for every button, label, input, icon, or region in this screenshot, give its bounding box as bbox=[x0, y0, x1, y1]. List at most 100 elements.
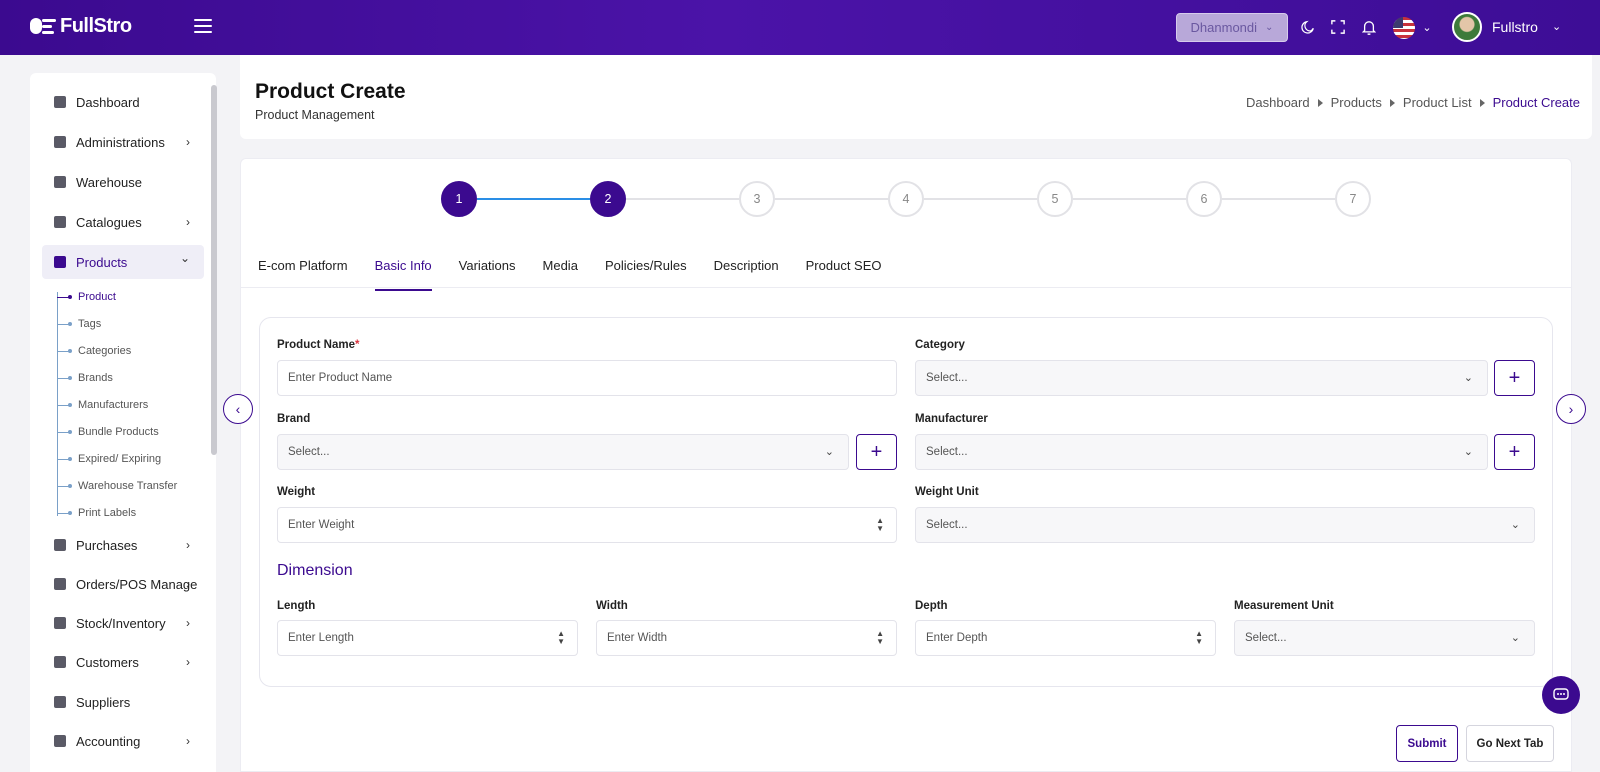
sidebar-subitem-brands[interactable]: Brands bbox=[57, 368, 113, 388]
tab-basic-info[interactable]: Basic Info bbox=[374, 252, 432, 291]
depth-label: Depth bbox=[915, 600, 948, 612]
caret-right-icon bbox=[1479, 98, 1485, 107]
sidebar-item-label: Purchases bbox=[76, 537, 138, 553]
sidebar-item-accounting[interactable]: Accounting › bbox=[42, 724, 204, 758]
step-connector bbox=[924, 198, 1037, 200]
fullscreen-icon[interactable] bbox=[1328, 17, 1348, 37]
number-stepper-icon[interactable]: ▲ ▼ bbox=[876, 517, 884, 533]
sidebar-item-label: Suppliers bbox=[76, 694, 131, 710]
breadcrumb-product-list[interactable]: Product List bbox=[1403, 95, 1472, 110]
measurement-unit-value: Select... bbox=[1245, 632, 1287, 644]
submit-button[interactable]: Submit bbox=[1396, 725, 1458, 762]
language-chevron-icon[interactable]: ⌄ bbox=[1417, 17, 1437, 37]
step-4[interactable]: 4 bbox=[888, 181, 924, 217]
step-3[interactable]: 3 bbox=[739, 181, 775, 217]
sidebar-subitem-bundle-products[interactable]: Bundle Products bbox=[57, 422, 159, 442]
chat-icon[interactable] bbox=[1542, 676, 1580, 714]
sidebar-item-catalogues[interactable]: Catalogues › bbox=[42, 205, 204, 239]
add-brand-button[interactable]: + bbox=[856, 434, 897, 470]
sidebar-item-label: Customers bbox=[76, 654, 139, 670]
sidebar-subitem-manufacturers[interactable]: Manufacturers bbox=[57, 395, 148, 415]
step-7[interactable]: 7 bbox=[1335, 181, 1371, 217]
step-2[interactable]: 2 bbox=[590, 181, 626, 217]
weight-input[interactable]: Enter Weight ▲ ▼ bbox=[277, 507, 897, 543]
add-manufacturer-button[interactable]: + bbox=[1494, 434, 1535, 470]
sidebar-item-stock[interactable]: Stock/Inventory › bbox=[42, 606, 204, 640]
manufacturer-select[interactable]: Select... ⌄ bbox=[915, 434, 1488, 470]
users-icon bbox=[54, 656, 66, 668]
sidebar-subitem-tags[interactable]: Tags bbox=[57, 314, 101, 334]
add-category-button[interactable]: + bbox=[1494, 360, 1535, 396]
category-select[interactable]: Select... ⌄ bbox=[915, 360, 1488, 396]
sidebar-item-suppliers[interactable]: Suppliers bbox=[42, 685, 204, 719]
branch-select[interactable]: Dhanmondi ⌄ bbox=[1176, 13, 1288, 42]
chevron-down-icon: ⌄ bbox=[1463, 372, 1473, 384]
tab-media[interactable]: Media bbox=[543, 252, 578, 290]
tab-product-seo[interactable]: Product SEO bbox=[806, 252, 882, 290]
number-stepper-icon[interactable]: ▲ ▼ bbox=[876, 630, 884, 646]
tab-description[interactable]: Description bbox=[714, 252, 779, 290]
user-menu[interactable]: Fullstro bbox=[1452, 12, 1538, 42]
bell-icon[interactable] bbox=[1359, 17, 1379, 37]
sidebar-subitem-categories[interactable]: Categories bbox=[57, 341, 131, 361]
sidebar-subitem-expired[interactable]: Expired/ Expiring bbox=[57, 449, 161, 469]
number-stepper-icon[interactable]: ▲ ▼ bbox=[1195, 630, 1203, 646]
step-connector bbox=[1222, 198, 1335, 200]
step-1[interactable]: 1 bbox=[441, 181, 477, 217]
tab-variations[interactable]: Variations bbox=[459, 252, 516, 290]
branch-label: Dhanmondi bbox=[1190, 20, 1258, 35]
prev-tab-arrow-icon[interactable]: ‹ bbox=[223, 394, 253, 424]
weight-placeholder: Enter Weight bbox=[288, 519, 355, 531]
calculator-icon bbox=[54, 735, 66, 747]
step-5[interactable]: 5 bbox=[1037, 181, 1073, 217]
sidebar-subitem-warehouse-transfer[interactable]: Warehouse Transfer bbox=[57, 476, 177, 496]
chevron-right-icon: › bbox=[186, 655, 190, 669]
breadcrumb-products[interactable]: Products bbox=[1331, 95, 1382, 110]
sidebar-item-label: Stock/Inventory bbox=[76, 615, 166, 631]
sidebar-item-customers[interactable]: Customers › bbox=[42, 645, 204, 679]
tabs-divider bbox=[241, 287, 1572, 288]
sidebar-item-products[interactable]: Products ⌄ bbox=[42, 245, 204, 279]
chevron-down-icon: ⌄ bbox=[1265, 22, 1274, 33]
chevron-down-icon: ⌄ bbox=[1510, 519, 1520, 531]
brand-label: Brand bbox=[277, 413, 311, 425]
sidebar-item-dashboard[interactable]: Dashboard bbox=[42, 85, 204, 119]
menu-toggle-icon[interactable] bbox=[194, 19, 212, 35]
category-value: Select... bbox=[926, 372, 968, 384]
step-connector bbox=[1073, 198, 1186, 200]
step-connector bbox=[626, 198, 739, 200]
user-chevron-icon[interactable]: ⌄ bbox=[1552, 20, 1561, 33]
sidebar-item-orders[interactable]: Orders/POS Manage › bbox=[42, 567, 204, 601]
product-name-input[interactable]: Enter Product Name bbox=[277, 360, 897, 396]
sidebar-item-purchases[interactable]: Purchases › bbox=[42, 528, 204, 562]
monitor-icon bbox=[54, 96, 66, 108]
app-logo[interactable]: FullStro bbox=[30, 14, 132, 38]
length-input[interactable]: Enter Length ▲ ▼ bbox=[277, 620, 578, 656]
depth-input[interactable]: Enter Depth ▲ ▼ bbox=[915, 620, 1216, 656]
top-bar: FullStro Dhanmondi ⌄ ⌄ Fullstro ⌄ bbox=[0, 0, 1600, 55]
page-subtitle: Product Management bbox=[255, 108, 375, 122]
tab-policies-rules[interactable]: Policies/Rules bbox=[605, 252, 687, 290]
measurement-unit-label: Measurement Unit bbox=[1234, 600, 1334, 612]
language-flag-icon[interactable] bbox=[1393, 17, 1415, 39]
width-input[interactable]: Enter Width ▲ ▼ bbox=[596, 620, 897, 656]
required-marker: * bbox=[354, 339, 360, 351]
breadcrumb-dashboard[interactable]: Dashboard bbox=[1246, 95, 1310, 110]
measurement-unit-select[interactable]: Select... ⌄ bbox=[1234, 620, 1535, 656]
sidebar-subitem-print-labels[interactable]: Print Labels bbox=[57, 503, 136, 523]
step-6[interactable]: 6 bbox=[1186, 181, 1222, 217]
moon-icon[interactable] bbox=[1298, 17, 1318, 37]
sidebar-item-warehouse[interactable]: Warehouse bbox=[42, 165, 204, 199]
sidebar-scrollbar[interactable] bbox=[211, 85, 217, 455]
sidebar-item-administrations[interactable]: Administrations › bbox=[42, 125, 204, 159]
go-next-tab-button[interactable]: Go Next Tab bbox=[1466, 725, 1554, 762]
next-tab-arrow-icon[interactable]: › bbox=[1556, 394, 1586, 424]
logo-text: FullStro bbox=[60, 14, 132, 37]
weight-unit-select[interactable]: Select... ⌄ bbox=[915, 507, 1535, 543]
number-stepper-icon[interactable]: ▲ ▼ bbox=[557, 630, 565, 646]
brand-select[interactable]: Select... ⌄ bbox=[277, 434, 849, 470]
sidebar-subitem-product[interactable]: Product bbox=[57, 287, 116, 307]
weight-unit-label: Weight Unit bbox=[915, 486, 979, 498]
tab-ecom-platform[interactable]: E-com Platform bbox=[258, 252, 348, 290]
avatar bbox=[1452, 12, 1482, 42]
